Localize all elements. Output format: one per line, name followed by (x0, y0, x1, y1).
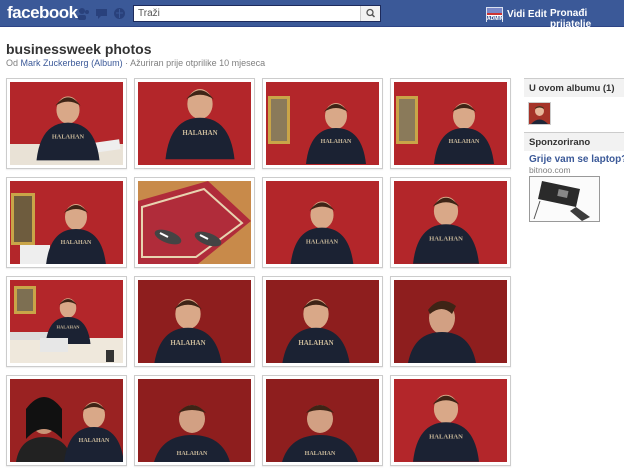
svg-text:HALAHAN: HALAHAN (170, 340, 205, 347)
search-button[interactable] (360, 6, 380, 21)
profile-name: Vidi Edit (507, 8, 547, 20)
photo-thumbnail[interactable]: HALAHAN (6, 375, 127, 466)
album-link[interactable]: (Album) (91, 58, 123, 68)
photo-image: HALAHAN (10, 280, 123, 363)
photo-image: HALAHAN (138, 379, 251, 462)
svg-text:HALAHAN: HALAHAN (52, 133, 85, 140)
photo-image: HALAHAN (266, 82, 379, 165)
photo-image: HALAHAN (394, 82, 507, 165)
photo-thumbnail[interactable]: HALAHAN (134, 375, 255, 466)
svg-text:HALAHAN: HALAHAN (79, 438, 110, 444)
photo-thumbnail[interactable]: HALAHAN (390, 177, 511, 268)
album-title: businessweek photos (6, 41, 152, 57)
admin-badge: ADMIN (487, 15, 504, 22)
photo-image: HALAHAN (138, 82, 251, 165)
svg-text:HALAHAN: HALAHAN (305, 451, 336, 457)
profile-link[interactable]: ADMIN Vidi Edit (486, 6, 547, 22)
photo-thumbnail[interactable]: HALAHAN (262, 375, 383, 466)
photo-image: HALAHAN (266, 280, 379, 363)
profile-avatar: ADMIN (486, 6, 504, 22)
svg-text:HALAHAN: HALAHAN (61, 240, 92, 246)
album-thumbnail[interactable] (528, 102, 551, 125)
svg-text:HALAHAN: HALAHAN (182, 130, 217, 137)
photo-image: HALAHAN (10, 181, 123, 264)
album-meta: Od Mark Zuckerberg (Album) · Ažuriran pr… (6, 58, 265, 68)
search-box (133, 5, 381, 22)
facebook-logo[interactable]: facebook (7, 3, 78, 23)
svg-text:HALAHAN: HALAHAN (429, 236, 463, 243)
photo-image: HALAHAN (266, 181, 379, 264)
photo-image: HALAHAN (138, 280, 251, 363)
photo-image (138, 181, 251, 264)
photo-image: HALAHAN (10, 379, 123, 462)
search-icon (366, 8, 376, 18)
meta-prefix: Od (6, 58, 19, 68)
top-bar: facebook ADMIN Vidi Edit Pronađi prijate… (0, 0, 624, 30)
photo-image: HALAHAN (266, 379, 379, 462)
photo-thumbnail[interactable]: HALAHAN (262, 276, 383, 367)
svg-text:HALAHAN: HALAHAN (449, 139, 480, 145)
ad-title-link[interactable]: Grije vam se laptop? (529, 154, 624, 165)
photo-thumbnail[interactable]: HALAHAN (390, 375, 511, 466)
svg-text:HALAHAN: HALAHAN (429, 434, 463, 441)
photo-image (394, 280, 507, 363)
photo-thumbnail[interactable] (390, 276, 511, 367)
photo-thumbnail[interactable]: HALAHAN (134, 276, 255, 367)
find-friends-link[interactable]: Pronađi prijatelje (550, 8, 624, 30)
svg-text:HALAHAN: HALAHAN (56, 324, 80, 329)
photo-image: HALAHAN (394, 181, 507, 264)
svg-text:HALAHAN: HALAHAN (177, 451, 208, 457)
ad-image[interactable] (529, 176, 600, 222)
photo-thumbnail[interactable]: HALAHAN (134, 78, 255, 169)
messages-icon[interactable] (95, 7, 108, 20)
photo-thumbnail[interactable]: HALAHAN (6, 78, 127, 169)
photo-thumbnail[interactable]: HALAHAN (262, 177, 383, 268)
ad-domain: bitnoo.com (529, 165, 571, 175)
in-album-heading: U ovom albumu (1) (524, 78, 624, 97)
photo-thumbnail[interactable] (134, 177, 255, 268)
svg-text:HALAHAN: HALAHAN (298, 340, 333, 347)
notifications-icon[interactable] (113, 7, 126, 20)
owner-link[interactable]: Mark Zuckerberg (21, 58, 89, 68)
search-input[interactable] (134, 6, 359, 21)
photo-image: HALAHAN (10, 82, 123, 165)
svg-text:HALAHAN: HALAHAN (306, 238, 339, 245)
photo-thumbnail[interactable]: HALAHAN (6, 177, 127, 268)
photo-image: HALAHAN (394, 379, 507, 462)
photo-thumbnail[interactable]: HALAHAN (390, 78, 511, 169)
photo-thumbnail[interactable]: HALAHAN (6, 276, 127, 367)
svg-text:HALAHAN: HALAHAN (321, 139, 352, 145)
friend-requests-icon[interactable] (77, 7, 90, 20)
meta-updated: · Ažuriran prije otprilike 10 mjeseca (125, 58, 266, 68)
sponsored-heading: Sponzorirano (524, 132, 624, 151)
photo-thumbnail[interactable]: HALAHAN (262, 78, 383, 169)
